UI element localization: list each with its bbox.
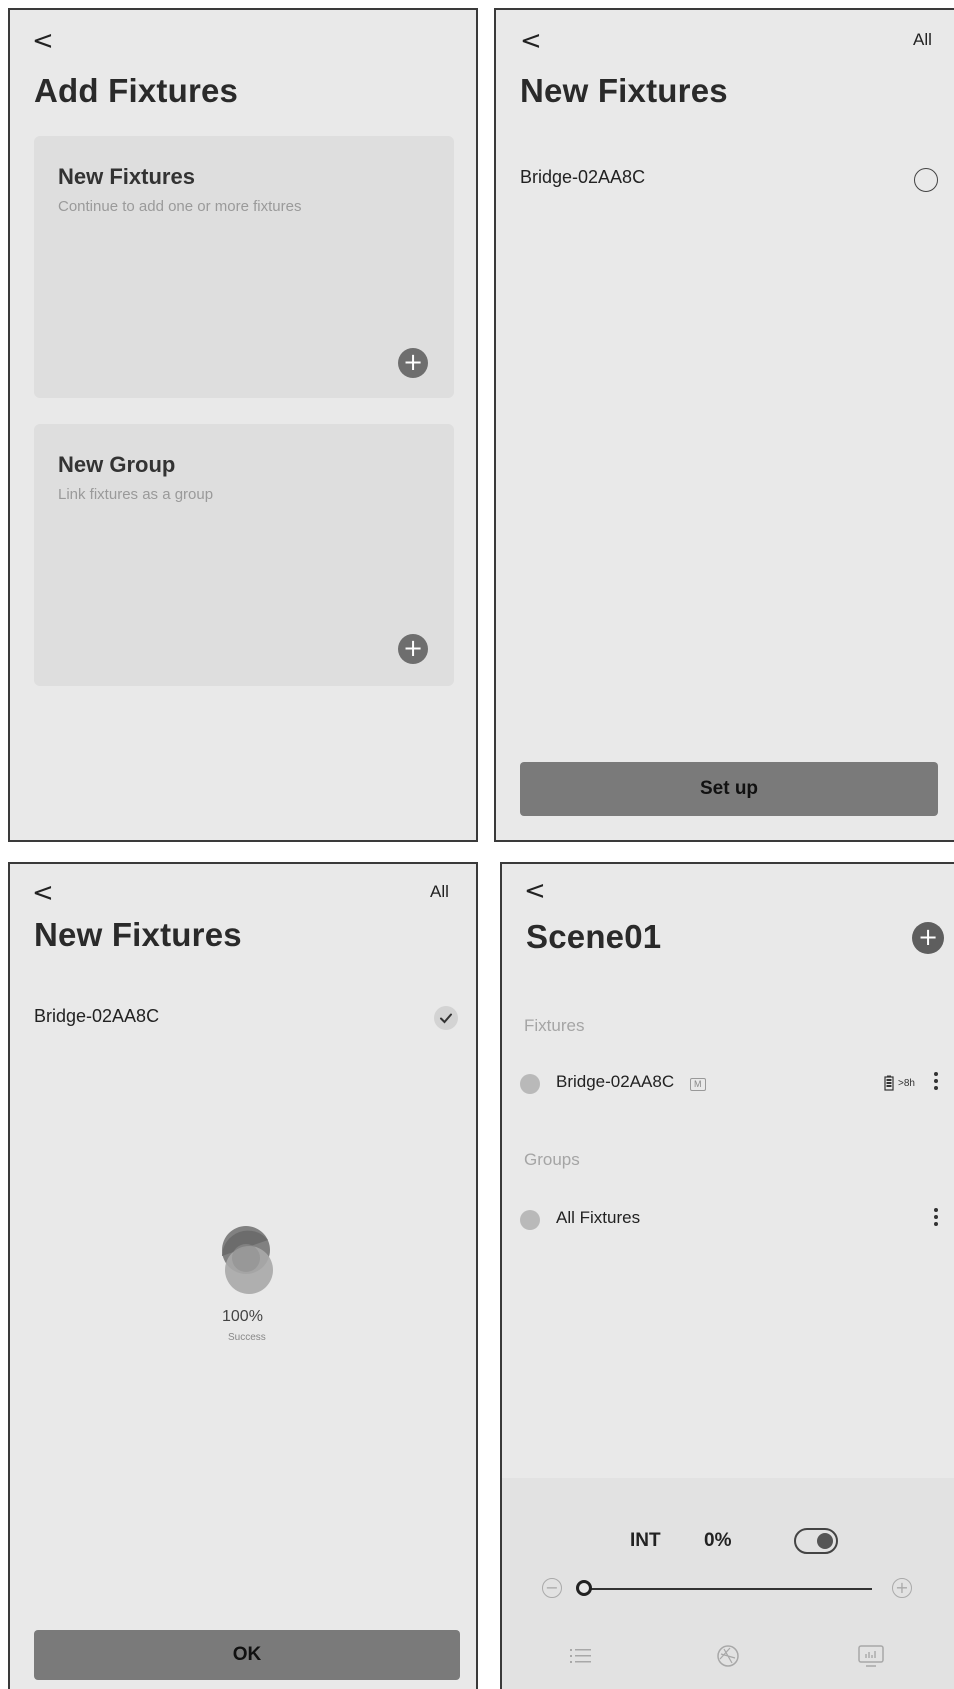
palette-icon[interactable] (716, 1644, 740, 1672)
battery-icon (884, 1075, 894, 1096)
new-fixtures-card[interactable]: New Fixtures Continue to add one or more… (34, 136, 454, 398)
new-group-card[interactable]: New Group Link fixtures as a group + (34, 424, 454, 686)
add-plus-icon[interactable]: + (912, 922, 944, 954)
fixture-status-dot (520, 1074, 540, 1094)
increase-icon[interactable]: + (892, 1578, 912, 1598)
add-fixtures-screen: < Add Fixtures New Fixtures Continue to … (8, 8, 478, 842)
add-fixtures-plus-icon[interactable]: + (398, 348, 428, 378)
battery-time: >8h (898, 1078, 915, 1089)
back-icon[interactable]: < (32, 28, 54, 54)
mode-label[interactable]: INT (630, 1530, 661, 1552)
toggle-knob (817, 1533, 833, 1549)
monitor-icon[interactable] (858, 1644, 884, 1672)
fixture-name: Bridge-02AA8C (34, 1006, 160, 1026)
groups-section-label: Groups (524, 1150, 580, 1169)
page-title: Add Fixtures (34, 72, 239, 109)
setup-button[interactable]: Set up (520, 762, 938, 816)
card-subtitle: Continue to add one or more fixtures (58, 198, 302, 215)
group-name: All Fixtures (556, 1208, 641, 1227)
intensity-slider-thumb[interactable] (576, 1580, 592, 1596)
radio-unchecked-icon[interactable] (914, 168, 938, 192)
progress-percent: 100% (222, 1308, 263, 1325)
decrease-icon[interactable]: − (542, 1578, 562, 1598)
fixtures-section-label: Fixtures (524, 1016, 585, 1035)
intensity-value: 0% (704, 1530, 732, 1551)
list-item[interactable]: Bridge-02AA8C (10, 998, 476, 1038)
power-toggle[interactable] (794, 1528, 838, 1554)
card-subtitle: Link fixtures as a group (58, 486, 214, 503)
group-row[interactable]: All Fixtures (502, 1200, 954, 1240)
filter-all[interactable]: All (913, 30, 932, 50)
page-title: New Fixtures (520, 72, 728, 109)
card-title: New Fixtures (58, 164, 195, 189)
page-title: New Fixtures (34, 916, 242, 953)
progress-logo-icon (216, 1218, 276, 1298)
page-title: Scene01 (526, 918, 662, 955)
ok-button[interactable]: OK (34, 1630, 460, 1680)
back-icon[interactable]: < (520, 28, 542, 54)
intensity-slider-track[interactable] (582, 1588, 872, 1590)
filter-all[interactable]: All (430, 882, 449, 902)
list-icon[interactable] (570, 1646, 592, 1670)
back-icon[interactable]: < (32, 880, 54, 906)
progress-status: Success (228, 1332, 266, 1343)
fixture-name: Bridge-02AA8C (520, 167, 646, 187)
control-panel: INT 0% − + (502, 1478, 954, 1689)
list-item[interactable]: Bridge-02AA8C (496, 160, 954, 200)
fixture-name: Bridge-02AA8C (556, 1072, 675, 1091)
scene-screen: < Scene01 + Fixtures Bridge-02AA8C M >8h… (500, 862, 954, 1689)
fixture-row[interactable]: Bridge-02AA8C M >8h (502, 1064, 954, 1104)
more-options-icon[interactable] (934, 1208, 938, 1229)
back-icon[interactable]: < (524, 878, 546, 904)
mode-badge: M (690, 1078, 706, 1091)
check-icon[interactable] (434, 1006, 458, 1030)
group-status-dot (520, 1210, 540, 1230)
more-options-icon[interactable] (934, 1072, 938, 1093)
add-group-plus-icon[interactable]: + (398, 634, 428, 664)
new-fixtures-success-screen: < All New Fixtures Bridge-02AA8C 100% Su… (8, 862, 478, 1689)
new-fixtures-screen: < All New Fixtures Bridge-02AA8C Set up (494, 8, 954, 842)
card-title: New Group (58, 452, 176, 477)
